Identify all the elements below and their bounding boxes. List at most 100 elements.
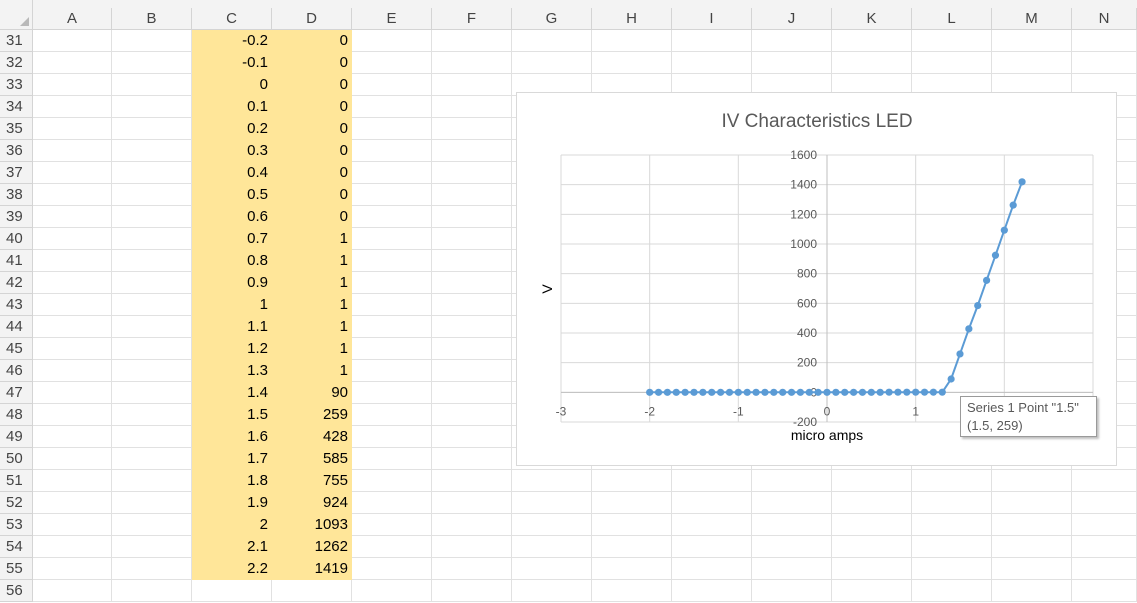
cell[interactable]: [832, 536, 912, 558]
cell[interactable]: [832, 514, 912, 536]
cell-c[interactable]: 1.8: [192, 470, 272, 492]
cell[interactable]: [192, 580, 272, 602]
data-point[interactable]: [743, 388, 751, 396]
row-header[interactable]: 43: [0, 294, 33, 316]
column-header-n[interactable]: N: [1072, 8, 1137, 30]
cell[interactable]: [672, 558, 752, 580]
cell[interactable]: [432, 382, 512, 404]
cell[interactable]: [33, 492, 112, 514]
cell[interactable]: [352, 514, 432, 536]
cell[interactable]: [992, 536, 1072, 558]
cell[interactable]: [672, 536, 752, 558]
data-point[interactable]: [681, 388, 689, 396]
cell-d[interactable]: 1: [272, 272, 352, 294]
cell[interactable]: [112, 272, 192, 294]
cell[interactable]: [352, 96, 432, 118]
cell[interactable]: [432, 272, 512, 294]
cell[interactable]: [752, 514, 832, 536]
cell[interactable]: [912, 492, 992, 514]
cell-c[interactable]: -0.1: [192, 52, 272, 74]
column-header-h[interactable]: H: [592, 8, 672, 30]
cell[interactable]: [112, 140, 192, 162]
cell[interactable]: [33, 140, 112, 162]
cell[interactable]: [1072, 30, 1137, 52]
cell-d[interactable]: 1093: [272, 514, 352, 536]
cell-c[interactable]: -0.2: [192, 30, 272, 52]
row-header[interactable]: 32: [0, 52, 33, 74]
cell[interactable]: [432, 404, 512, 426]
cell[interactable]: [592, 52, 672, 74]
cell[interactable]: [512, 536, 592, 558]
column-header-e[interactable]: E: [352, 8, 432, 30]
data-point[interactable]: [672, 388, 680, 396]
cell[interactable]: [33, 404, 112, 426]
cell[interactable]: [112, 316, 192, 338]
cell[interactable]: [832, 580, 912, 602]
row-header[interactable]: 45: [0, 338, 33, 360]
cell[interactable]: [752, 558, 832, 580]
data-point[interactable]: [832, 388, 840, 396]
data-point[interactable]: [912, 388, 920, 396]
cell[interactable]: [592, 514, 672, 536]
cell[interactable]: [112, 118, 192, 140]
cell[interactable]: [512, 30, 592, 52]
cell[interactable]: [112, 338, 192, 360]
row-header[interactable]: 37: [0, 162, 33, 184]
cell[interactable]: [112, 74, 192, 96]
cell-c[interactable]: 2.1: [192, 536, 272, 558]
cell[interactable]: [432, 30, 512, 52]
row-header[interactable]: 44: [0, 316, 33, 338]
cell-d[interactable]: 0: [272, 162, 352, 184]
row-header[interactable]: 49: [0, 426, 33, 448]
cell[interactable]: [432, 206, 512, 228]
cell[interactable]: [432, 316, 512, 338]
cell-c[interactable]: 2.2: [192, 558, 272, 580]
cell[interactable]: [112, 30, 192, 52]
row-header[interactable]: 42: [0, 272, 33, 294]
cell[interactable]: [352, 162, 432, 184]
row-header[interactable]: 38: [0, 184, 33, 206]
data-point[interactable]: [903, 388, 911, 396]
cell[interactable]: [352, 30, 432, 52]
cell[interactable]: [912, 470, 992, 492]
cell[interactable]: [352, 52, 432, 74]
cell[interactable]: [752, 492, 832, 514]
cell[interactable]: [352, 250, 432, 272]
cell-c[interactable]: 0.1: [192, 96, 272, 118]
cell[interactable]: [512, 52, 592, 74]
cell-d[interactable]: 259: [272, 404, 352, 426]
cell[interactable]: [112, 580, 192, 602]
cell[interactable]: [672, 514, 752, 536]
column-header-f[interactable]: F: [432, 8, 512, 30]
cell-c[interactable]: 1.4: [192, 382, 272, 404]
cell[interactable]: [672, 52, 752, 74]
data-point[interactable]: [752, 388, 760, 396]
cell-c[interactable]: 0.8: [192, 250, 272, 272]
data-point[interactable]: [983, 276, 991, 284]
row-header[interactable]: 48: [0, 404, 33, 426]
column-header-k[interactable]: K: [832, 8, 912, 30]
cell[interactable]: [432, 536, 512, 558]
cell[interactable]: [33, 30, 112, 52]
cell[interactable]: [33, 470, 112, 492]
cell[interactable]: [912, 30, 992, 52]
column-header-i[interactable]: I: [672, 8, 752, 30]
cell[interactable]: [752, 52, 832, 74]
cell[interactable]: [592, 30, 672, 52]
data-point[interactable]: [965, 325, 973, 333]
cell-d[interactable]: 0: [272, 140, 352, 162]
cell[interactable]: [352, 536, 432, 558]
cell[interactable]: [352, 404, 432, 426]
cell[interactable]: [112, 382, 192, 404]
cell-d[interactable]: 0: [272, 30, 352, 52]
cell[interactable]: [33, 580, 112, 602]
cell[interactable]: [352, 316, 432, 338]
column-header-j[interactable]: J: [752, 8, 832, 30]
cell[interactable]: [33, 514, 112, 536]
row-header[interactable]: 50: [0, 448, 33, 470]
cell[interactable]: [432, 74, 512, 96]
cell[interactable]: [352, 338, 432, 360]
cell[interactable]: [432, 338, 512, 360]
data-point[interactable]: [699, 388, 707, 396]
data-point[interactable]: [690, 388, 698, 396]
